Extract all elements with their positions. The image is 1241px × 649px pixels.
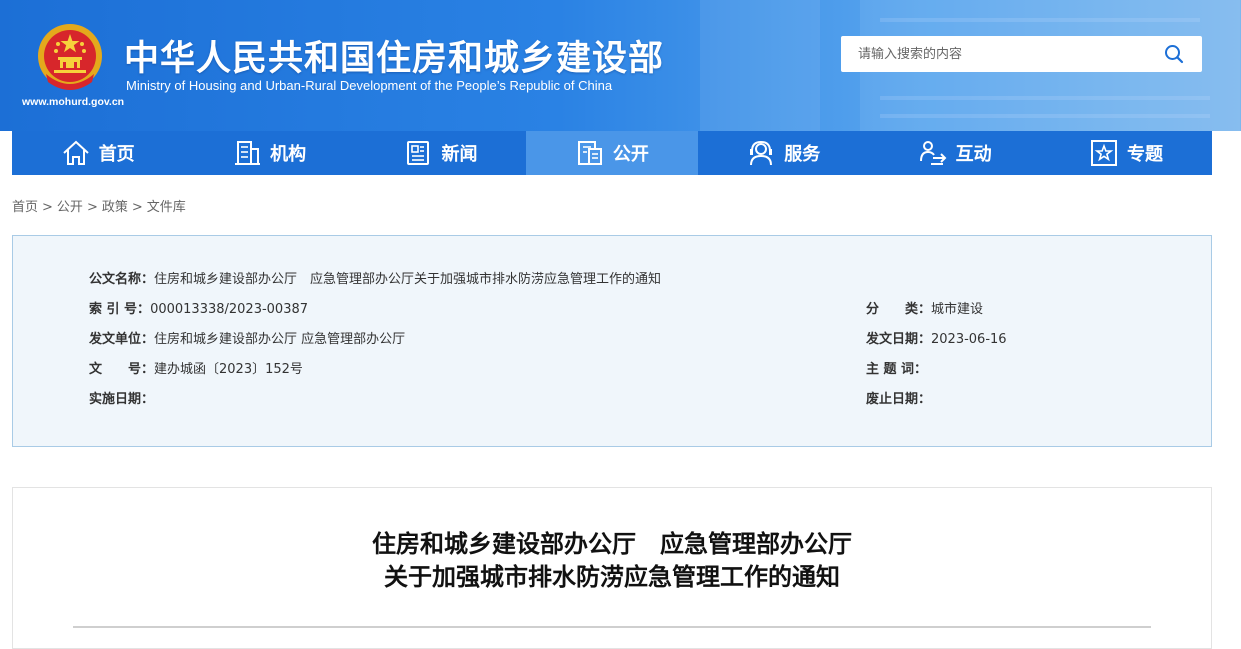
document-icon [577,141,602,165]
info-doc-number: 文 号：建办城函〔2023〕152号 [89,358,303,377]
home-icon [63,140,89,165]
info-keywords: 主 题 词： [866,358,927,377]
breadcrumb-policy[interactable]: 政策 [102,200,128,215]
breadcrumb-home[interactable]: 首页 [12,200,38,215]
interaction-icon [919,141,947,165]
nav-label: 互动 [955,144,992,165]
info-index: 索 引 号：000013338/2023-00387 [89,298,308,317]
breadcrumb-separator: > [131,200,143,215]
nav-item-interaction[interactable]: 互动 [869,131,1040,175]
service-icon [750,140,773,166]
site-url: www.mohurd.gov.cn [22,96,125,108]
main-nav: 首页 机构 新闻 公开 服务 互动 专题 [12,131,1212,175]
nav-label: 公开 [612,144,649,165]
article-title-line: 关于加强城市排水防涝应急管理工作的通知 [384,563,840,591]
header-backdrop [880,18,1200,22]
info-label: 索 引 号： [89,302,151,317]
info-label: 主 题 词： [866,362,928,377]
info-issue-date: 发文日期：2023-06-16 [866,328,1007,347]
national-emblem-icon [38,24,102,90]
nav-label: 机构 [270,144,307,165]
site-header: www.mohurd.gov.cn 中华人民共和国住房和城乡建设部 Minist… [0,0,1241,131]
breadcrumb-public[interactable]: 公开 [57,200,83,215]
search-box [841,36,1202,72]
building-icon [235,141,261,165]
breadcrumb-separator: > [42,200,53,215]
info-label: 实施日期： [89,392,155,407]
info-issuer: 发文单位：住房和城乡建设部办公厅 应急管理部办公厅 [89,328,405,347]
site-title: 中华人民共和国住房和城乡建设部 [124,39,665,79]
search-icon[interactable] [1164,44,1184,64]
nav-label: 专题 [1127,144,1164,165]
nav-label: 服务 [784,144,821,165]
info-value: 建办城函〔2023〕152号 [154,362,303,377]
info-value: 000013338/2023-00387 [150,302,309,317]
info-value: 住房和城乡建设部办公厅 应急管理部办公厅关于加强城市排水防涝应急管理工作的通知 [154,272,662,287]
article-title: 住房和城乡建设部办公厅 应急管理部办公厅 关于加强城市排水防涝应急管理工作的通知 [13,528,1211,594]
info-label: 文 号： [89,362,155,377]
header-backdrop [880,114,1210,118]
nav-label: 新闻 [441,144,478,165]
header-backdrop [880,96,1210,100]
nav-label: 首页 [98,144,135,165]
nav-item-organization[interactable]: 机构 [183,131,354,175]
search-input[interactable] [841,36,1158,72]
star-icon [1091,140,1118,166]
info-label: 发文日期： [866,332,932,347]
nav-item-home[interactable]: 首页 [12,131,183,175]
info-label: 发文单位： [89,332,155,347]
info-value: 住房和城乡建设部办公厅 应急管理部办公厅 [154,332,406,347]
document-info-box: 公文名称：住房和城乡建设部办公厅 应急管理部办公厅关于加强城市排水防涝应急管理工… [12,235,1212,447]
info-effective-date: 实施日期： [89,388,154,407]
info-label: 分 类： [866,302,932,317]
breadcrumb-library[interactable]: 文件库 [147,200,186,215]
article-panel: 住房和城乡建设部办公厅 应急管理部办公厅 关于加强城市排水防涝应急管理工作的通知 [12,487,1212,649]
info-label: 废止日期： [866,392,932,407]
nav-item-news[interactable]: 新闻 [355,131,526,175]
header-backdrop [700,0,820,131]
nav-item-service[interactable]: 服务 [698,131,869,175]
info-category: 分 类：城市建设 [866,298,983,317]
breadcrumb-separator: > [86,200,98,215]
nav-item-topics[interactable]: 专题 [1040,131,1211,175]
article-title-line: 住房和城乡建设部办公厅 应急管理部办公厅 [372,530,852,558]
info-value: 2023-06-16 [931,332,1007,347]
site-title-english: Ministry of Housing and Urban-Rural Deve… [126,78,613,93]
news-icon [407,141,430,165]
nav-item-public[interactable]: 公开 [526,131,698,175]
info-doc-name: 公文名称：住房和城乡建设部办公厅 应急管理部办公厅关于加强城市排水防涝应急管理工… [89,268,661,287]
info-label: 公文名称： [89,272,155,287]
info-expire-date: 废止日期： [866,388,931,407]
breadcrumb: 首页 > 公开 > 政策 > 文件库 [12,196,186,215]
info-value: 城市建设 [931,302,984,317]
title-divider [73,626,1151,628]
